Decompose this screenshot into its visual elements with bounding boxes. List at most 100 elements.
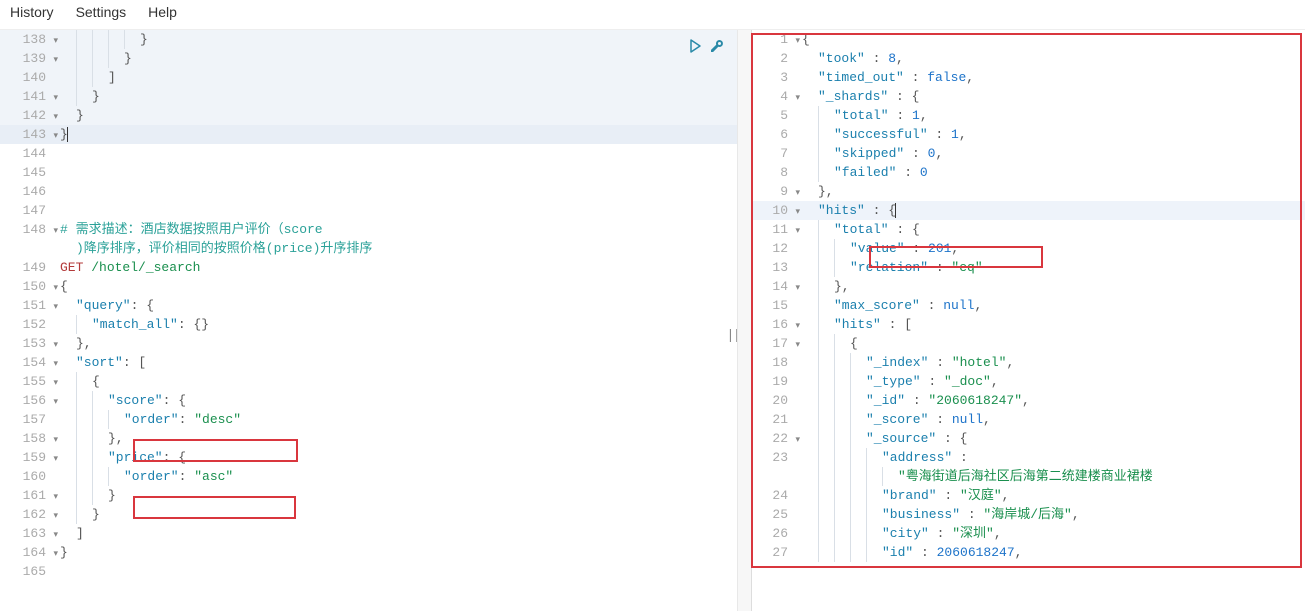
code-content[interactable]: "order": "desc" (52, 410, 751, 429)
menu-settings[interactable]: Settings (76, 4, 127, 20)
code-line[interactable]: 153▾}, (0, 334, 751, 353)
code-line[interactable]: 144 (0, 144, 751, 163)
code-content[interactable] (52, 163, 751, 182)
code-line[interactable]: 150▾{ (0, 277, 751, 296)
code-line[interactable]: 156▾"score": { (0, 391, 751, 410)
code-content[interactable]: { (794, 334, 1305, 353)
code-line[interactable]: 164▾} (0, 543, 751, 562)
code-line[interactable]: 17▾{ (752, 334, 1305, 353)
code-line[interactable]: 3"timed_out" : false, (752, 68, 1305, 87)
code-content[interactable]: ] (52, 68, 751, 87)
code-content[interactable]: { (52, 372, 751, 391)
code-content[interactable]: "_score" : null, (794, 410, 1305, 429)
code-content[interactable]: "business" : "海岸城/后海", (794, 505, 1305, 524)
code-line[interactable]: 145 (0, 163, 751, 182)
code-line[interactable]: 15"max_score" : null, (752, 296, 1305, 315)
code-content[interactable]: }, (794, 182, 1305, 201)
code-content[interactable]: ] (52, 524, 751, 543)
code-line[interactable]: 6"successful" : 1, (752, 125, 1305, 144)
code-line[interactable]: 23"address" : (752, 448, 1305, 467)
code-content[interactable]: { (52, 277, 751, 296)
code-line[interactable]: 27"id" : 2060618247, (752, 543, 1305, 562)
code-line[interactable]: 161▾} (0, 486, 751, 505)
code-line[interactable]: 11▾"total" : { (752, 220, 1305, 239)
code-line[interactable]: 159▾"price": { (0, 448, 751, 467)
code-content[interactable]: "_id" : "2060618247", (794, 391, 1305, 410)
code-line[interactable]: 155▾{ (0, 372, 751, 391)
code-line[interactable]: 152"match_all": {} (0, 315, 751, 334)
request-editor[interactable]: || 138▾}139▾}140]141▾}142▾}143▾}14414514… (0, 30, 752, 611)
code-content[interactable]: GET /hotel/_search (52, 258, 751, 277)
code-content[interactable]: "address" : (794, 448, 1305, 467)
code-line[interactable]: 13"relation" : "eq" (752, 258, 1305, 277)
code-content[interactable]: "price": { (52, 448, 751, 467)
code-content[interactable]: "score": { (52, 391, 751, 410)
code-line[interactable]: 5"total" : 1, (752, 106, 1305, 125)
code-line[interactable]: 142▾} (0, 106, 751, 125)
code-content[interactable]: "sort": [ (52, 353, 751, 372)
code-line[interactable]: 9▾}, (752, 182, 1305, 201)
code-content[interactable]: # 需求描述：酒店数据按照用户评价（score (52, 220, 751, 239)
code-content[interactable]: }, (52, 429, 751, 448)
code-content[interactable]: }, (794, 277, 1305, 296)
code-line[interactable]: 154▾"sort": [ (0, 353, 751, 372)
code-content[interactable]: "brand" : "汉庭", (794, 486, 1305, 505)
code-line[interactable]: 16▾"hits" : [ (752, 315, 1305, 334)
code-line[interactable]: 163▾] (0, 524, 751, 543)
menu-history[interactable]: History (10, 4, 54, 20)
code-content[interactable]: "successful" : 1, (794, 125, 1305, 144)
code-content[interactable]: "total" : 1, (794, 106, 1305, 125)
code-line[interactable]: 148▾# 需求描述：酒店数据按照用户评价（score (0, 220, 751, 239)
code-line[interactable]: 165 (0, 562, 751, 581)
code-line[interactable]: 2"took" : 8, (752, 49, 1305, 68)
code-content[interactable]: } (52, 30, 751, 49)
code-line[interactable]: 19"_type" : "_doc", (752, 372, 1305, 391)
code-content[interactable]: "failed" : 0 (794, 163, 1305, 182)
code-content[interactable]: "_index" : "hotel", (794, 353, 1305, 372)
code-line[interactable]: 157"order": "desc" (0, 410, 751, 429)
code-content[interactable]: "粤海街道后海社区后海第二统建楼商业裙楼 (794, 467, 1305, 486)
code-line[interactable]: 22▾"_source" : { (752, 429, 1305, 448)
code-line[interactable]: )降序排序，评价相同的按照价格(price)升序排序 (0, 239, 751, 258)
code-content[interactable]: } (52, 505, 751, 524)
code-content[interactable]: "order": "asc" (52, 467, 751, 486)
code-line[interactable]: 14▾}, (752, 277, 1305, 296)
code-content[interactable]: "relation" : "eq" (794, 258, 1305, 277)
code-line[interactable]: 139▾} (0, 49, 751, 68)
code-content[interactable]: } (52, 125, 751, 144)
code-line[interactable]: "粤海街道后海社区后海第二统建楼商业裙楼 (752, 467, 1305, 486)
code-line[interactable]: 140] (0, 68, 751, 87)
code-line[interactable]: 149GET /hotel/_search (0, 258, 751, 277)
code-content[interactable]: )降序排序，评价相同的按照价格(price)升序排序 (52, 239, 751, 258)
code-line[interactable]: 147 (0, 201, 751, 220)
code-content[interactable]: "city" : "深圳", (794, 524, 1305, 543)
code-content[interactable]: "value" : 201, (794, 239, 1305, 258)
response-viewer[interactable]: 1▾{2"took" : 8,3"timed_out" : false,4▾"_… (752, 30, 1305, 611)
code-content[interactable]: "_shards" : { (794, 87, 1305, 106)
code-content[interactable]: "skipped" : 0, (794, 144, 1305, 163)
code-content[interactable] (52, 201, 751, 220)
code-content[interactable]: "took" : 8, (794, 49, 1305, 68)
code-line[interactable]: 162▾} (0, 505, 751, 524)
code-content[interactable]: "total" : { (794, 220, 1305, 239)
code-content[interactable]: } (52, 49, 751, 68)
code-line[interactable]: 143▾} (0, 125, 751, 144)
code-line[interactable]: 4▾"_shards" : { (752, 87, 1305, 106)
code-line[interactable]: 12"value" : 201, (752, 239, 1305, 258)
code-content[interactable]: "hits" : [ (794, 315, 1305, 334)
code-content[interactable]: "timed_out" : false, (794, 68, 1305, 87)
code-content[interactable]: "max_score" : null, (794, 296, 1305, 315)
left-code-lines[interactable]: 138▾}139▾}140]141▾}142▾}143▾}14414514614… (0, 30, 751, 581)
code-content[interactable] (52, 182, 751, 201)
code-content[interactable]: } (52, 486, 751, 505)
menu-help[interactable]: Help (148, 4, 177, 20)
code-line[interactable]: 160"order": "asc" (0, 467, 751, 486)
code-line[interactable]: 25"business" : "海岸城/后海", (752, 505, 1305, 524)
code-content[interactable]: "hits" : { (794, 201, 1305, 220)
code-content[interactable]: } (52, 543, 751, 562)
code-line[interactable]: 20"_id" : "2060618247", (752, 391, 1305, 410)
code-line[interactable]: 146 (0, 182, 751, 201)
code-line[interactable]: 138▾} (0, 30, 751, 49)
code-line[interactable]: 21"_score" : null, (752, 410, 1305, 429)
code-line[interactable]: 141▾} (0, 87, 751, 106)
